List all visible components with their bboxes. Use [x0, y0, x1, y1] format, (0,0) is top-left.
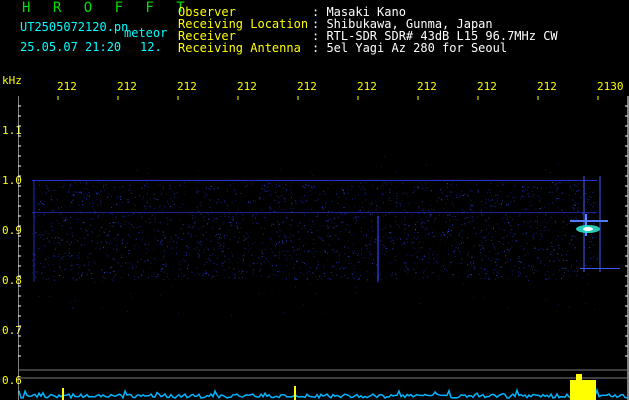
app-logo: H R O F F T	[22, 0, 192, 16]
x-tick-label: 212	[57, 80, 77, 93]
spectrogram	[18, 96, 629, 400]
x-tick-label: 2130	[597, 80, 624, 93]
x-tick-label: 212	[357, 80, 377, 93]
carrier-band	[32, 180, 597, 282]
frame-label: 12.	[140, 40, 162, 54]
datetime-label: 25.05.07 21:20	[20, 40, 122, 54]
x-tick-label: 212	[417, 80, 437, 93]
mode-label: meteor	[124, 26, 168, 40]
x-tick-label: 212	[477, 80, 497, 93]
spectrum-trace	[18, 387, 628, 400]
antenna-label: Receiving Antenna	[178, 41, 301, 55]
x-tick-label: 212	[237, 80, 257, 93]
antenna-value: : 5el Yagi Az 280 for Seoul	[312, 41, 508, 55]
x-tick-label: 212	[177, 80, 197, 93]
x-tick-label: 212	[297, 80, 317, 93]
meteor-echo	[570, 176, 620, 272]
filename-label: UT2505072120.pn	[20, 20, 129, 34]
y-unit-label: kHz	[2, 74, 22, 87]
baseline-lines	[19, 369, 628, 379]
x-tick-label: 212	[117, 80, 137, 93]
x-tick-label: 212	[537, 80, 557, 93]
plot-frame	[18, 96, 629, 400]
